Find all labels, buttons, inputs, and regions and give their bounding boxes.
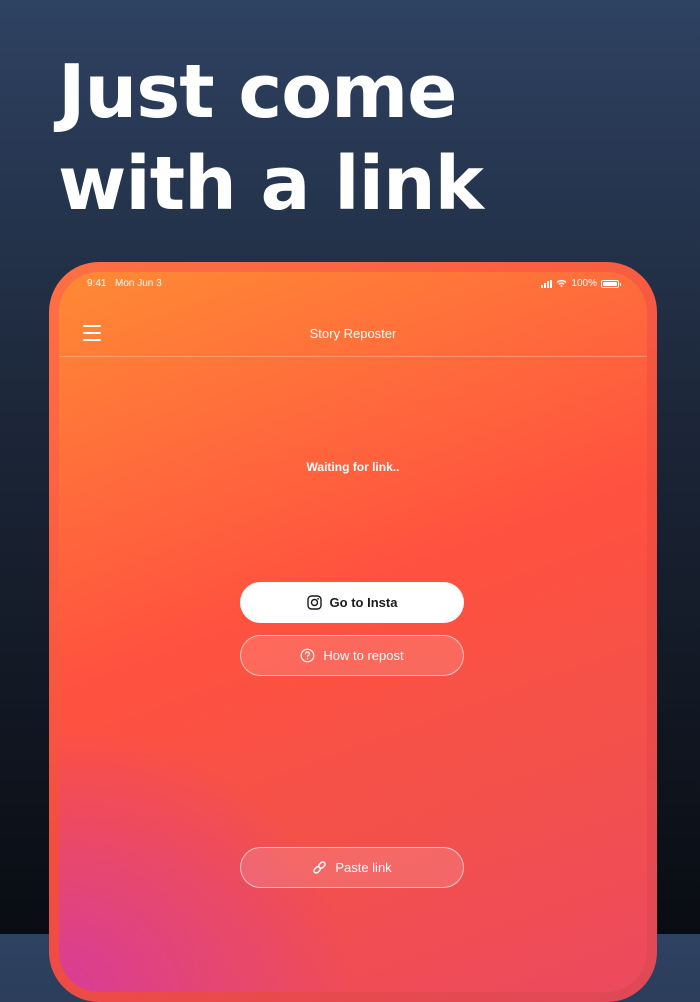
- paste-link-button[interactable]: Paste link: [240, 847, 464, 888]
- status-indicators: 100%: [541, 278, 621, 289]
- battery-percent: 100%: [571, 278, 597, 289]
- go-to-insta-label: Go to Insta: [329, 595, 398, 610]
- paste-link-label: Paste link: [335, 860, 392, 875]
- signal-icon: [541, 279, 553, 288]
- headline-line-2: with a link: [58, 141, 484, 227]
- battery-icon: [601, 279, 621, 288]
- headline: Just come with a link: [58, 46, 484, 230]
- app-screen: 9:41 Mon Jun 3 100% Story Reposter Waiti…: [59, 272, 647, 992]
- app-title: Story Reposter: [309, 326, 397, 341]
- go-to-insta-button[interactable]: Go to Insta: [240, 582, 464, 623]
- link-icon: [312, 860, 327, 875]
- how-to-repost-label: How to repost: [323, 648, 404, 663]
- headline-line-1: Just come: [58, 49, 457, 135]
- status-bar: 9:41 Mon Jun 3 100%: [59, 278, 647, 292]
- how-to-repost-button[interactable]: How to repost: [240, 635, 464, 676]
- waiting-status-text: Waiting for link..: [306, 460, 400, 474]
- nav-bar: Story Reposter: [59, 298, 647, 357]
- status-date: Mon Jun 3: [115, 278, 162, 289]
- status-time: 9:41: [87, 278, 107, 289]
- instagram-icon: [306, 595, 322, 610]
- question-circle-icon: [300, 648, 315, 663]
- wifi-icon: [556, 279, 567, 288]
